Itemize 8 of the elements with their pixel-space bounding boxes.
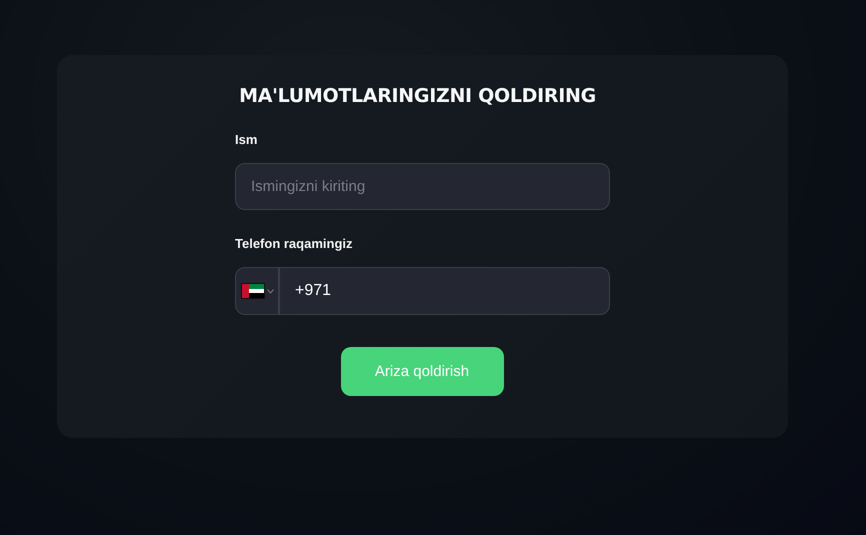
- phone-number-input[interactable]: +971: [280, 268, 609, 314]
- flag-icon: [241, 283, 265, 299]
- chevron-icon: [267, 288, 274, 294]
- name-label: Ism: [235, 132, 258, 147]
- phone-field[interactable]: +971: [235, 267, 610, 315]
- phone-label: Telefon raqamingiz: [235, 236, 354, 251]
- form-title: MA'LUMOTLARINGIZNI QOLDIRING: [238, 85, 597, 107]
- name-input[interactable]: Ismingizni kiriting: [235, 163, 610, 210]
